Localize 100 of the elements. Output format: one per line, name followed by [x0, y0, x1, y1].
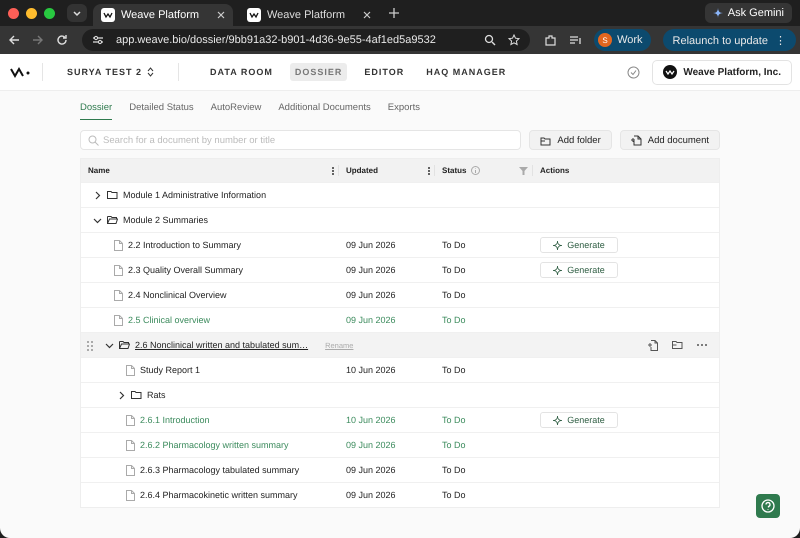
document-name[interactable]: 2.6.1 Introduction: [140, 415, 210, 425]
logo-icon[interactable]: [10, 66, 30, 78]
table-row[interactable]: 2.6.2 Pharmacology written summary 09 Jun 2026 To Do: [81, 432, 719, 457]
table-row[interactable]: 2.6.1 Introduction 10 Jun 2026 To Do Generate: [81, 407, 719, 432]
nav-link[interactable]: DOSSIER: [290, 63, 348, 81]
close-window-icon[interactable]: [8, 8, 19, 18]
folder-name[interactable]: 2.6 Nonclinical written and tabulated sum…: [135, 340, 308, 350]
add-folder-button[interactable]: Add folder: [529, 130, 612, 150]
extensions-icon[interactable]: [544, 34, 558, 46]
table-row[interactable]: Module 1 Administrative Information: [81, 182, 719, 207]
add-folder-icon[interactable]: [672, 340, 683, 350]
date-text: 10 Jun 2026: [346, 365, 396, 375]
column-header: Status: [442, 166, 466, 175]
tab[interactable]: Dossier: [80, 96, 112, 120]
forward-icon[interactable]: [32, 34, 44, 46]
date-text: 09 Jun 2026: [346, 265, 396, 275]
document-name[interactable]: 2.6.3 Pharmacology tabulated summary: [140, 465, 300, 475]
profile-button[interactable]: S Work: [594, 29, 651, 51]
chevron-icon[interactable]: [105, 340, 114, 350]
generate-button[interactable]: Generate: [540, 412, 618, 428]
folder-name[interactable]: Rats: [147, 390, 166, 400]
table-row[interactable]: 2.2 Introduction to Summary 09 Jun 2026 To Do Generate: [81, 232, 719, 257]
tab[interactable]: Additional Documents: [278, 96, 371, 120]
date-text: 09 Jun 2026: [346, 465, 396, 475]
drag-handle-icon[interactable]: [87, 341, 93, 351]
tab[interactable]: Detailed Status: [129, 96, 194, 120]
sparkle-icon: [712, 8, 723, 18]
document-icon: [126, 364, 135, 376]
browser-tab[interactable]: Weave Platform: [239, 4, 379, 26]
sparkle-icon: [553, 416, 562, 424]
media-icon[interactable]: [569, 34, 582, 46]
table-row[interactable]: Study Report 1 10 Jun 2026 To Do: [81, 357, 719, 382]
generate-button[interactable]: Generate: [540, 237, 618, 253]
logo-icon: [663, 65, 678, 79]
table-row[interactable]: Rats: [81, 382, 719, 407]
chevron-icon[interactable]: [93, 190, 102, 200]
generate-button[interactable]: Generate: [540, 262, 618, 278]
address-bar[interactable]: app.weave.bio/dossier/9bb91a32-b901-4d36-9e55-4af1ed5a9532: [82, 29, 530, 51]
relaunch-button[interactable]: Relaunch to update ⋮: [662, 29, 796, 51]
table-row[interactable]: 2.4 Nonclinical Overview 09 Jun 2026 To Do: [81, 282, 719, 307]
close-icon[interactable]: [363, 11, 371, 19]
folder-name[interactable]: Module 2 Summaries: [123, 215, 208, 225]
star-icon[interactable]: [508, 34, 520, 46]
document-name[interactable]: 2.6.4 Pharmacokinetic written summary: [140, 490, 298, 500]
status-text: To Do: [442, 315, 466, 325]
organization-button[interactable]: Weave Platform, Inc.: [652, 60, 792, 84]
table-row[interactable]: 2.3 Quality Overall Summary 09 Jun 2026 To Do Generate: [81, 257, 719, 282]
check-circle-icon[interactable]: [627, 66, 640, 78]
gemini-button[interactable]: Ask Gemini: [704, 3, 792, 23]
document-name[interactable]: Study Report 1: [140, 365, 200, 375]
zoom-icon[interactable]: [484, 34, 496, 46]
new-tab-icon[interactable]: [389, 8, 399, 18]
chevron-icon[interactable]: [93, 216, 102, 224]
folder-name[interactable]: Module 1 Administrative Information: [123, 190, 266, 200]
tab[interactable]: AutoReview: [210, 96, 262, 120]
add-document-button[interactable]: Add document: [620, 130, 720, 150]
document-icon: [114, 240, 123, 250]
add-document-icon[interactable]: [648, 340, 658, 350]
date-text: 09 Jun 2026: [346, 315, 396, 325]
document-icon: [114, 314, 123, 326]
maximize-window-icon[interactable]: [44, 8, 55, 18]
folder-icon: [107, 190, 118, 200]
search-field[interactable]: Search for a document by number or title: [80, 130, 522, 150]
nav-link[interactable]: HAQ MANAGER: [421, 63, 512, 81]
search-icon: [88, 135, 99, 146]
browser-tab[interactable]: Weave Platform: [93, 4, 233, 26]
project-selector[interactable]: SURYA TEST 2: [55, 67, 166, 77]
column-header: Name: [88, 166, 110, 175]
document-name[interactable]: 2.4 Nonclinical Overview: [128, 290, 227, 300]
document-icon: [114, 264, 123, 276]
reload-icon[interactable]: [56, 34, 68, 46]
sparkle-icon: [553, 266, 562, 274]
site-settings-icon[interactable]: [92, 34, 104, 46]
logo-icon: [247, 8, 261, 22]
table-row[interactable]: 2.6.3 Pharmacology tabulated summary 09 Jun 2026 To Do: [81, 457, 719, 482]
status-text: To Do: [442, 240, 466, 250]
folder-plus-icon: [540, 134, 552, 146]
nav-link[interactable]: EDITOR: [359, 63, 410, 81]
chevron-icon[interactable]: [117, 390, 126, 400]
status-text: To Do: [442, 290, 466, 300]
tab-list-button[interactable]: [67, 4, 87, 22]
url-text: app.weave.bio/dossier/9bb91a32-b901-4d36-9e55-4af1ed5a9532: [116, 34, 436, 46]
document-name[interactable]: 2.6.2 Pharmacology written summary: [140, 440, 289, 450]
sparkle-icon: [553, 240, 562, 250]
tab[interactable]: Exports: [388, 96, 420, 120]
folder-icon: [107, 215, 118, 225]
document-name[interactable]: 2.3 Quality Overall Summary: [128, 265, 244, 275]
document-plus-icon: [630, 134, 642, 146]
back-icon[interactable]: [8, 34, 20, 46]
table-row[interactable]: 2.6.4 Pharmacokinetic written summary 09 Jun 2026 To Do: [81, 482, 719, 507]
document-name[interactable]: 2.2 Introduction to Summary: [128, 240, 242, 250]
nav-link[interactable]: DATA ROOM: [205, 63, 278, 81]
document-name[interactable]: 2.5 Clinical overview: [128, 315, 210, 325]
sort-arrows-icon: [147, 67, 154, 77]
help-button[interactable]: [756, 494, 780, 518]
table-row[interactable]: Module 2 Summaries: [81, 207, 719, 232]
date-text: 09 Jun 2026: [346, 490, 396, 500]
column-header: Actions: [540, 166, 570, 175]
minimize-window-icon[interactable]: [26, 8, 37, 18]
close-icon[interactable]: [217, 11, 225, 19]
